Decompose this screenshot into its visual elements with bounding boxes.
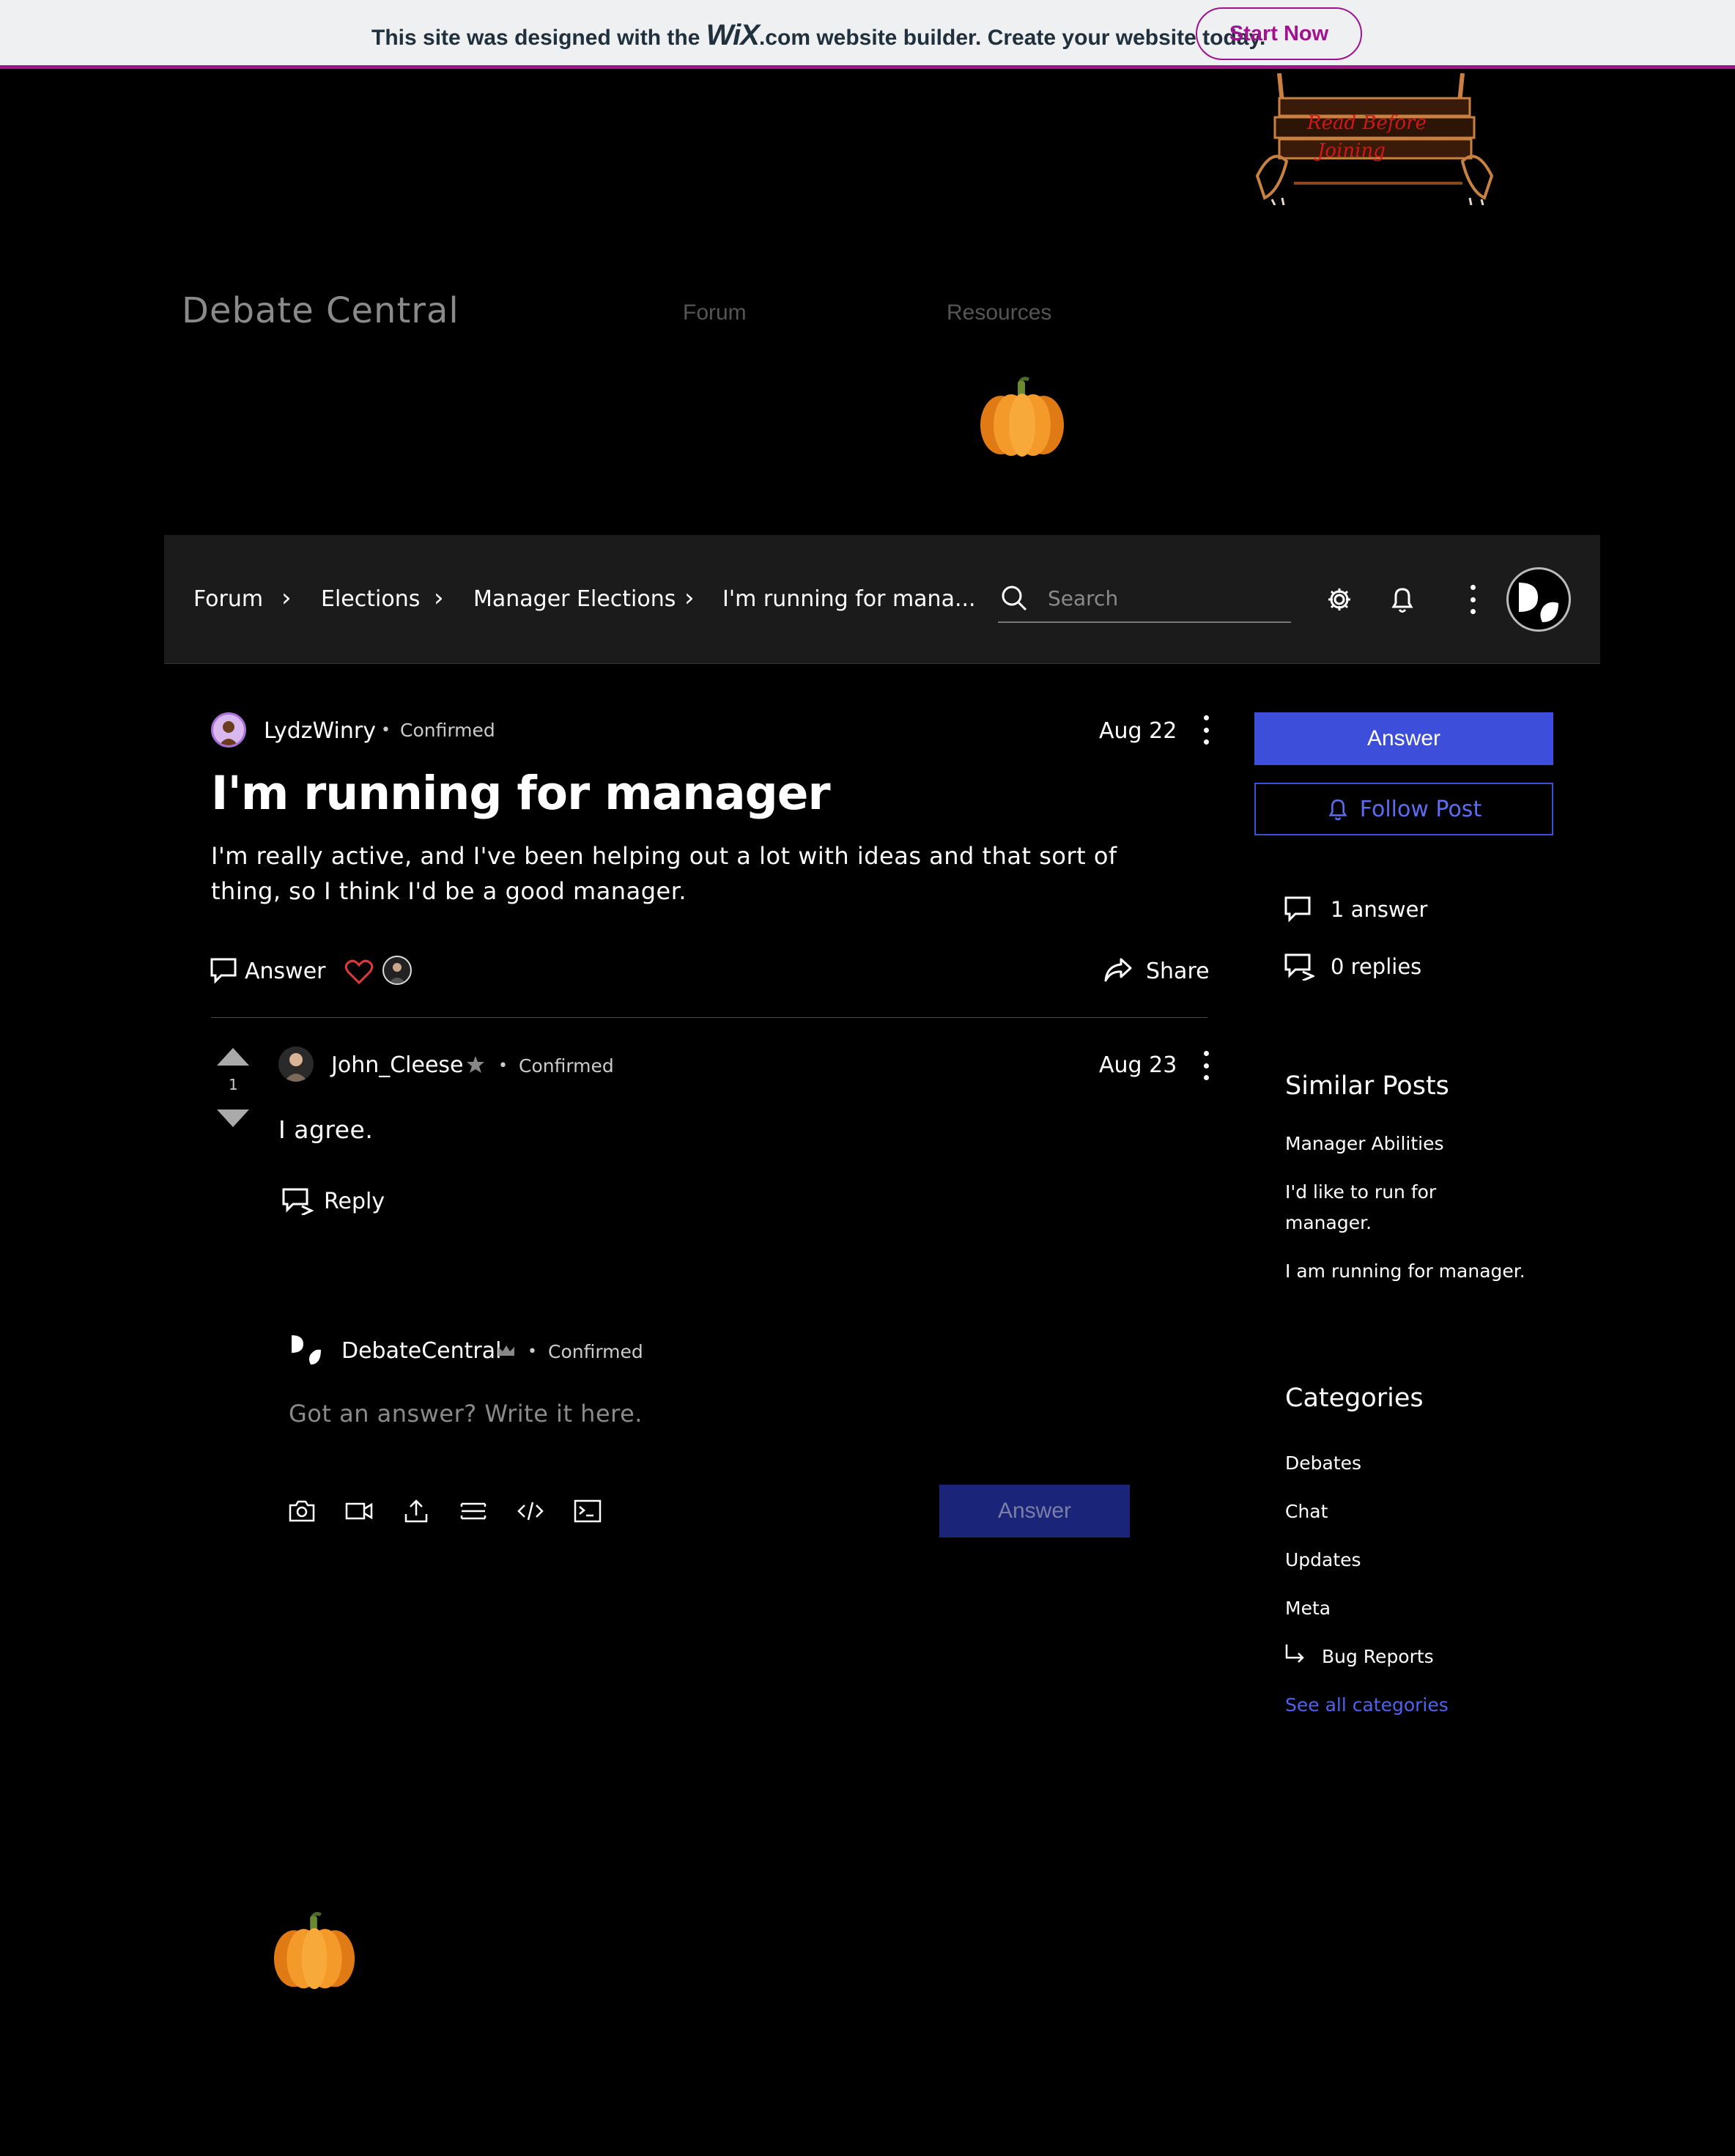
more-icon[interactable] <box>1464 585 1481 614</box>
breadcrumb-forum[interactable]: Forum <box>193 586 263 612</box>
upload-icon[interactable] <box>402 1498 431 1524</box>
star-icon <box>467 1056 484 1073</box>
category-link-chat[interactable]: Chat <box>1285 1496 1328 1527</box>
downvote-icon[interactable] <box>215 1108 251 1130</box>
search-placeholder: Search <box>1048 586 1119 610</box>
wix-banner-text: This site was designed with the WiX.com … <box>371 19 1265 52</box>
replies-icon <box>1284 953 1314 981</box>
search-icon[interactable] <box>999 583 1029 613</box>
answers-count: 1 answer <box>1331 897 1428 922</box>
comment-more-icon[interactable] <box>1197 1051 1215 1080</box>
user-avatar-icon <box>388 963 406 983</box>
post-title: I'm running for manager <box>211 767 831 820</box>
user-avatar[interactable] <box>1506 567 1571 632</box>
divider-icon[interactable] <box>459 1498 488 1524</box>
share-link[interactable]: Share <box>1146 959 1210 984</box>
nav-forum[interactable]: Forum <box>683 300 747 325</box>
debate-central-logo-icon <box>292 1335 321 1365</box>
similar-post-link[interactable]: I am running for manager. <box>1285 1256 1525 1287</box>
camera-icon[interactable] <box>287 1498 317 1524</box>
breadcrumb-elections[interactable]: Elections <box>321 586 420 612</box>
video-icon[interactable] <box>344 1498 374 1524</box>
similar-post-link[interactable]: I'd like to run for manager. <box>1285 1177 1461 1238</box>
categories-heading: Categories <box>1285 1384 1424 1413</box>
commenter-badge: Confirmed <box>519 1055 614 1077</box>
comment-text: I agree. <box>278 1115 374 1144</box>
read-before-joining-sign[interactable]: Read Before Joining <box>1250 73 1508 205</box>
submit-answer-button[interactable]: Answer <box>939 1485 1130 1537</box>
upvote-icon[interactable] <box>215 1045 251 1067</box>
category-link-updates[interactable]: Updates <box>1285 1545 1361 1576</box>
nav-resources[interactable]: Resources <box>947 300 1051 325</box>
post-divider <box>211 1017 1207 1018</box>
search-input[interactable] <box>998 582 1291 623</box>
comment-icon[interactable] <box>210 957 237 983</box>
post-answer-link[interactable]: Answer <box>245 959 326 984</box>
chevron-right-icon: › <box>281 583 292 613</box>
breadcrumb-current-post[interactable]: I'm running for mana... <box>722 586 976 612</box>
similar-post-link[interactable]: Manager Abilities <box>1285 1129 1444 1159</box>
category-link-bug-reports[interactable]: Bug Reports <box>1322 1642 1434 1672</box>
user-avatar-icon <box>284 1053 308 1082</box>
debate-central-logo-icon <box>1519 583 1558 622</box>
sign-text-2: Joining <box>1314 140 1386 162</box>
commenter-avatar[interactable] <box>278 1046 314 1082</box>
sign-text-1: Read Before <box>1306 112 1427 134</box>
follow-post-label: Follow Post <box>1359 796 1482 822</box>
editor-author-name[interactable]: DebateCentral <box>341 1338 501 1364</box>
heart-icon[interactable] <box>344 959 374 985</box>
pumpkin-decoration <box>980 377 1064 457</box>
bell-icon <box>1328 799 1347 821</box>
separator-dot: • <box>381 721 391 739</box>
post-author-name[interactable]: LydzWinry <box>264 718 376 744</box>
share-icon[interactable] <box>1103 957 1133 983</box>
answer-editor-input[interactable]: Got an answer? Write it here. <box>289 1400 643 1428</box>
see-all-categories-link[interactable]: See all categories <box>1285 1690 1449 1721</box>
terminal-icon[interactable] <box>573 1498 602 1524</box>
banner-text-after: .com website builder. Create your websit… <box>758 26 1266 50</box>
user-avatar-icon <box>219 721 238 745</box>
vote-count: 1 <box>229 1076 238 1093</box>
site-title[interactable]: Debate Central <box>182 290 459 331</box>
separator-dot: • <box>498 1057 508 1075</box>
author-avatar[interactable] <box>211 712 246 747</box>
category-link-debates[interactable]: Debates <box>1285 1448 1361 1479</box>
post-more-icon[interactable] <box>1197 715 1215 745</box>
comment-date: Aug 23 <box>1099 1052 1177 1078</box>
bell-icon[interactable] <box>1389 585 1416 614</box>
banner-text-before: This site was designed with the <box>371 26 706 50</box>
chevron-right-icon: › <box>434 583 444 613</box>
gear-icon[interactable] <box>1326 586 1353 613</box>
answer-button[interactable]: Answer <box>1254 712 1553 765</box>
similar-posts-heading: Similar Posts <box>1285 1071 1449 1101</box>
crown-icon <box>498 1345 514 1356</box>
post-date: Aug 22 <box>1099 718 1177 744</box>
reply-icon[interactable] <box>281 1187 314 1215</box>
pumpkin-decoration <box>273 1912 355 1990</box>
subcategory-arrow-icon <box>1285 1644 1304 1663</box>
comment-icon <box>1284 896 1311 922</box>
commenter-name[interactable]: John_Cleese <box>331 1052 464 1078</box>
wix-logo: WiX <box>706 19 760 51</box>
liker-avatar[interactable] <box>382 956 412 985</box>
editor-author-badge: Confirmed <box>548 1341 643 1362</box>
post-body: I'm really active, and I've been helping… <box>211 842 1117 905</box>
code-icon[interactable] <box>516 1498 545 1524</box>
follow-post-button[interactable]: Follow Post <box>1254 783 1553 835</box>
post-author-badge: Confirmed <box>400 720 495 741</box>
breadcrumb-manager-elections[interactable]: Manager Elections <box>473 586 676 612</box>
reply-link[interactable]: Reply <box>324 1189 385 1214</box>
separator-dot: • <box>528 1343 537 1361</box>
start-now-button[interactable]: Start Now <box>1196 7 1362 60</box>
chevron-right-icon: › <box>684 583 695 613</box>
replies-count: 0 replies <box>1331 954 1422 979</box>
category-link-meta[interactable]: Meta <box>1285 1593 1331 1624</box>
